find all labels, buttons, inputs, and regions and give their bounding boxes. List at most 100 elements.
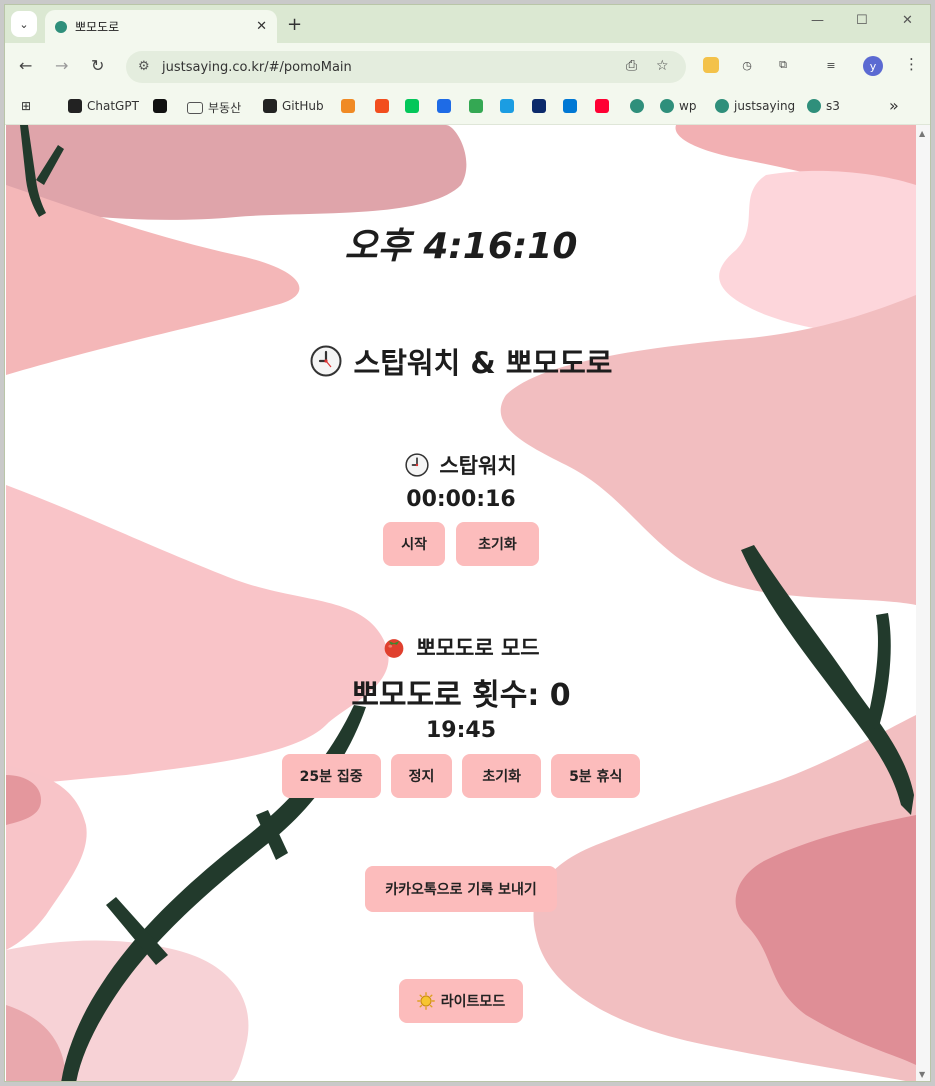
bookmark-item[interactable]: [153, 99, 167, 113]
new-tab-icon[interactable]: +: [287, 14, 302, 35]
window-close-icon[interactable]: ✕: [902, 13, 913, 28]
folder-icon: [187, 101, 203, 114]
bookmark-label: wp: [679, 99, 697, 113]
light-mode-label: 라이트모드: [440, 994, 506, 1010]
forward-icon[interactable]: →: [55, 56, 68, 75]
clock-emoji-icon: [310, 345, 342, 377]
notes-extension-icon[interactable]: [703, 57, 719, 73]
current-time: 오후 4:16:10: [344, 226, 578, 267]
bookmark-label: justsaying: [734, 99, 796, 113]
bookmark-label: ChatGPT: [87, 99, 139, 113]
page-scrollbar[interactable]: ▲ ▼: [916, 125, 930, 1081]
tab-active[interactable]: 뽀모도로 ✕: [45, 10, 277, 43]
apps-grid-icon[interactable]: ⊞: [21, 99, 31, 113]
ff-icon: [153, 99, 167, 113]
reload-icon[interactable]: ↻: [91, 56, 104, 75]
pomodoro-title-text: 뽀모도로 모드: [416, 636, 540, 660]
teal-site-icon: [807, 99, 821, 113]
bookmark-item[interactable]: [469, 99, 483, 113]
page-title: 스탑워치 & 뽀모도로: [6, 340, 916, 382]
kakao-row: 카카오톡으로 기록 보내기: [6, 866, 916, 912]
pomodoro-controls: 25분 집중 정지 초기화 5분 휴식: [6, 754, 916, 798]
bookmark-item[interactable]: [375, 99, 389, 113]
theme-row: 라이트모드: [6, 979, 916, 1023]
stopwatch-reset-button[interactable]: 초기화: [456, 522, 539, 566]
github-icon: [263, 99, 277, 113]
tomato-emoji-icon: [385, 639, 404, 658]
clock-emoji-icon: [405, 453, 429, 477]
close-tab-icon[interactable]: ✕: [256, 19, 267, 34]
bookmark-item[interactable]: ChatGPT: [68, 99, 139, 113]
pomodoro-reset-button[interactable]: 초기화: [462, 754, 542, 798]
browser-toolbar: ← → ↻ ⚙ justsaying.co.kr/#/pomoMain ⎙ ☆ …: [5, 43, 930, 91]
teal-site-icon: [660, 99, 674, 113]
bookmark-item[interactable]: wp: [660, 99, 696, 113]
drive-icon: [469, 99, 483, 113]
bookmark-label: 부동산: [208, 101, 242, 115]
stopwatch-start-button[interactable]: 시작: [383, 522, 446, 566]
pomodoro-count: 뽀모도로 횟수: 0: [351, 678, 571, 713]
bookmark-item[interactable]: [532, 99, 546, 113]
bookmark-label: GitHub: [282, 99, 324, 113]
url-text: justsaying.co.kr/#/pomoMain: [162, 59, 352, 75]
bookmark-item[interactable]: GitHub: [263, 99, 324, 113]
orange-app-icon: [341, 99, 355, 113]
address-bar[interactable]: ⚙ justsaying.co.kr/#/pomoMain ⎙ ☆: [126, 51, 686, 83]
back-icon[interactable]: ←: [19, 56, 32, 75]
pomodoro-stop-button[interactable]: 정지: [390, 754, 453, 798]
stopwatch-title-text: 스탑워치: [439, 454, 517, 478]
tab-strip: ⌄ 뽀모도로 ✕ + — ☐ ✕: [5, 5, 930, 43]
timer-extension-icon[interactable]: ◷: [739, 57, 755, 73]
chevron-down-icon: ⌄: [19, 17, 29, 31]
app-content: 오후 4:16:10 스탑워치 & 뽀모도로 스탑워치 00:00:16 시작 …: [6, 125, 916, 1081]
teal-site-icon: [630, 99, 644, 113]
rest-5-button[interactable]: 5분 휴식: [551, 754, 641, 798]
focus-25-button[interactable]: 25분 집중: [281, 754, 381, 798]
bookmark-item[interactable]: [500, 99, 514, 113]
stopwatch-time: 00:00:16: [406, 487, 516, 512]
bookmark-item[interactable]: [563, 99, 577, 113]
bookmark-item[interactable]: justsaying: [715, 99, 795, 113]
bookmark-item[interactable]: [405, 99, 419, 113]
page-viewport: 오후 4:16:10 스탑워치 & 뽀모도로 스탑워치 00:00:16 시작 …: [6, 125, 916, 1081]
vscode-icon: [563, 99, 577, 113]
page-title-text: 스탑워치 & 뽀모도로: [353, 346, 613, 380]
bookmark-label: s3: [826, 99, 840, 113]
tab-title: 뽀모도로: [75, 20, 120, 34]
extensions-puzzle-icon[interactable]: ⧉: [775, 57, 791, 73]
more-bookmarks-icon[interactable]: »: [889, 96, 899, 115]
edge-icon: [500, 99, 514, 113]
bookmark-item[interactable]: 부동산: [187, 99, 241, 116]
bookmark-item[interactable]: s3: [807, 99, 840, 113]
bookmark-star-icon[interactable]: ☆: [656, 58, 669, 74]
bookmark-item[interactable]: [595, 99, 609, 113]
naver-icon: [405, 99, 419, 113]
install-app-icon[interactable]: ⎙: [626, 58, 637, 74]
sun-icon: [416, 992, 435, 1010]
profile-avatar[interactable]: y: [863, 56, 883, 76]
site-favicon-icon: [55, 20, 67, 33]
h-icon: [437, 99, 451, 113]
scroll-up-icon[interactable]: ▲: [919, 129, 925, 138]
more-menu-icon[interactable]: ⋮: [904, 55, 919, 73]
reading-list-icon[interactable]: ≡: [823, 57, 839, 73]
scroll-down-icon[interactable]: ▼: [919, 1070, 925, 1079]
k-icon: [532, 99, 546, 113]
bookmark-item[interactable]: [341, 99, 355, 113]
pomodoro-title: 뽀모도로 모드: [6, 632, 916, 662]
teal-site-icon: [715, 99, 729, 113]
maximize-icon[interactable]: ☐: [856, 13, 868, 28]
bookmark-item[interactable]: [437, 99, 451, 113]
browser-window: ⌄ 뽀모도로 ✕ + — ☐ ✕ ← → ↻ ⚙ justsaying.co.k…: [4, 4, 931, 1082]
minimize-icon[interactable]: —: [811, 13, 824, 28]
send-kakao-button[interactable]: 카카오톡으로 기록 보내기: [365, 866, 557, 912]
tab-search-button[interactable]: ⌄: [11, 11, 37, 37]
site-info-icon[interactable]: ⚙: [138, 59, 150, 74]
chatgpt-icon: [68, 99, 82, 113]
figma-icon: [375, 99, 389, 113]
bookmarks-bar: ⊞ ChatGPT 부동산 GitHub wp justsaying s3 »: [5, 91, 930, 125]
light-mode-button[interactable]: 라이트모드: [398, 979, 524, 1023]
youtube-icon: [595, 99, 609, 113]
pomodoro-time: 19:45: [425, 718, 497, 743]
bookmark-item[interactable]: [630, 99, 644, 113]
